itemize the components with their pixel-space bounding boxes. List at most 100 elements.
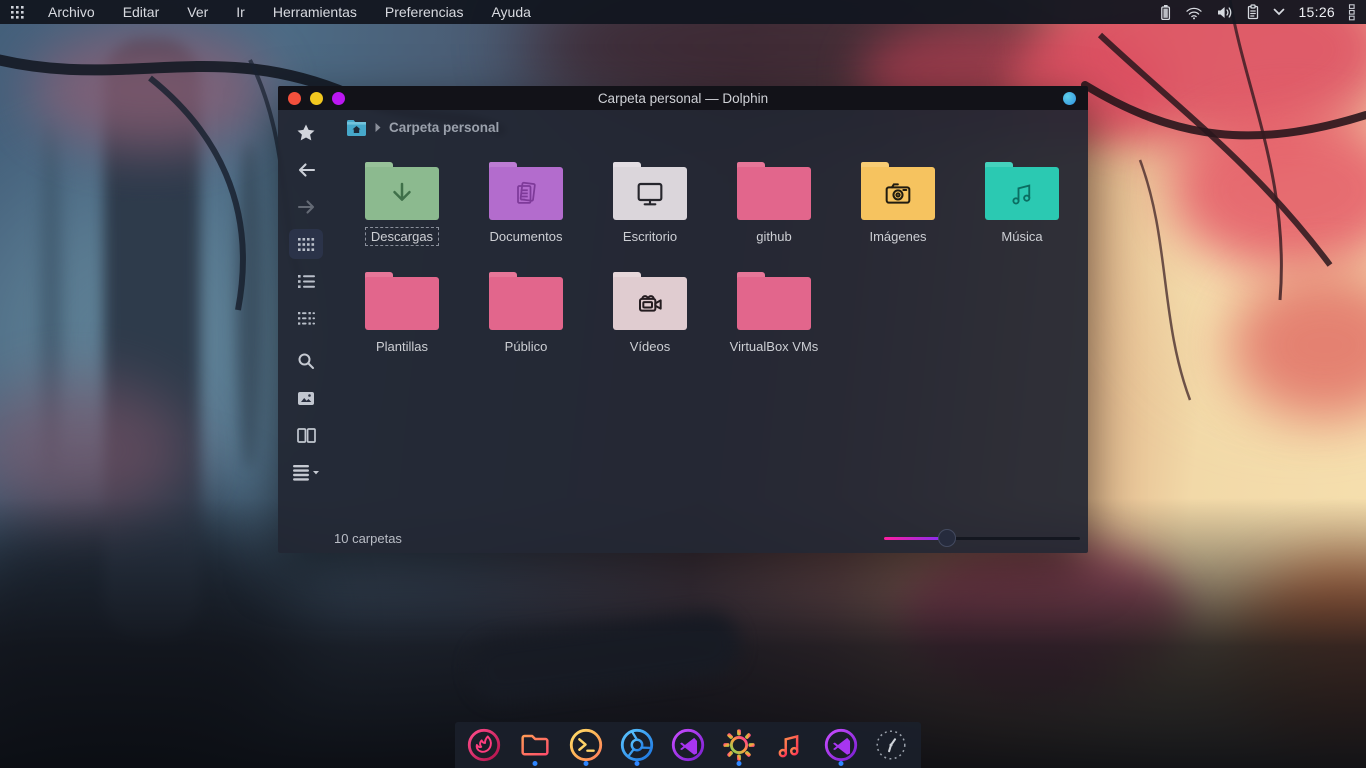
breadcrumb-path[interactable]: Carpeta personal — [389, 120, 499, 135]
menu-ver[interactable]: Ver — [173, 0, 222, 24]
folder-escritorio[interactable]: Escritorio — [588, 158, 712, 268]
sidebar-tool-list-view[interactable] — [289, 266, 323, 296]
dock-music[interactable] — [769, 724, 811, 766]
compact-view-icon — [297, 311, 316, 326]
folder-github[interactable]: github — [712, 158, 836, 268]
dock-files[interactable] — [514, 724, 556, 766]
folder-label: github — [750, 227, 797, 246]
folder-icon — [613, 272, 687, 330]
dock-settings[interactable] — [718, 724, 760, 766]
battery-icon[interactable] — [1159, 4, 1172, 21]
menu-editar[interactable]: Editar — [109, 0, 174, 24]
clipboard-icon[interactable] — [1246, 4, 1260, 20]
chevron-down-icon[interactable] — [1273, 8, 1285, 16]
arrow-left-icon — [297, 162, 316, 178]
folder-icon — [489, 272, 563, 330]
video-glyph-icon — [634, 288, 666, 320]
window-title: Carpeta personal — Dolphin — [598, 91, 768, 106]
folder-icon — [737, 272, 811, 330]
window-controls — [288, 92, 345, 105]
folder-mu-sica[interactable]: Música — [960, 158, 1084, 268]
dock — [455, 722, 921, 768]
toolbar-sidebar — [278, 110, 334, 523]
clock[interactable]: 15:26 — [1298, 4, 1335, 20]
folder-label: VirtualBox VMs — [724, 337, 825, 356]
items-count: 10 carpetas — [334, 531, 402, 546]
desktop: ArchivoEditarVerIrHerramientasPreferenci… — [0, 0, 1366, 768]
folder-grid: Descargas Documentos Escritorio github — [334, 144, 1088, 523]
menu-preferencias[interactable]: Preferencias — [371, 0, 478, 24]
running-indicator — [584, 761, 589, 766]
sidebar-tool-split[interactable] — [289, 420, 323, 450]
menu-herramientas[interactable]: Herramientas — [259, 0, 371, 24]
folder-label: Documentos — [484, 227, 569, 246]
folder-virtualbox-vms[interactable]: VirtualBox VMs — [712, 268, 836, 378]
vscode-icon — [669, 726, 707, 764]
folder-icon — [489, 162, 563, 220]
maximize-button[interactable] — [332, 92, 345, 105]
gear-icon — [720, 726, 758, 764]
zoom-slider-knob[interactable] — [938, 529, 956, 547]
download-glyph-icon — [387, 179, 417, 209]
running-indicator — [838, 761, 843, 766]
monitor-glyph-icon — [634, 178, 666, 210]
close-button[interactable] — [288, 92, 301, 105]
system-tray: 15:26 — [1159, 0, 1366, 24]
running-indicator — [533, 761, 538, 766]
wifi-icon[interactable] — [1185, 5, 1203, 20]
dock-terminal[interactable] — [565, 724, 607, 766]
folder-plantillas[interactable]: Plantillas — [340, 268, 464, 378]
music-note-icon — [771, 726, 809, 764]
terminal-icon — [567, 726, 605, 764]
folder-icon — [516, 726, 554, 764]
volume-icon[interactable] — [1216, 5, 1233, 20]
menu-ir[interactable]: Ir — [222, 0, 259, 24]
sidebar-tool-preview[interactable] — [289, 383, 323, 413]
sidebar-tool-compact-view[interactable] — [289, 303, 323, 333]
dock-vscode[interactable] — [667, 724, 709, 766]
sidebar-tool-back[interactable] — [289, 155, 323, 185]
menu-archivo[interactable]: Archivo — [34, 0, 109, 24]
help-button[interactable] — [1063, 92, 1076, 105]
folder-label: Público — [499, 337, 554, 356]
folder-icon — [861, 162, 935, 220]
sidebar-tool-menu[interactable] — [289, 457, 323, 487]
documents-glyph-icon — [511, 179, 541, 209]
running-indicator — [635, 761, 640, 766]
panel-boxes-icon[interactable] — [1348, 4, 1356, 21]
search-icon — [297, 352, 315, 370]
folder-label: Plantillas — [370, 337, 434, 356]
sidebar-tool-icons-view[interactable] — [289, 229, 323, 259]
split-view-icon — [297, 428, 316, 443]
dock-chrome[interactable] — [616, 724, 658, 766]
folder-descargas[interactable]: Descargas — [340, 158, 464, 268]
running-indicator — [736, 761, 741, 766]
folder-icon — [737, 162, 811, 220]
chevron-right-icon — [374, 122, 382, 133]
folder-vi-deos[interactable]: Vídeos — [588, 268, 712, 378]
breadcrumb: Carpeta personal — [334, 110, 1088, 144]
folder-ima-genes[interactable]: Imágenes — [836, 158, 960, 268]
global-menubar: ArchivoEditarVerIrHerramientasPreferenci… — [34, 0, 545, 24]
folder-label: Música — [995, 227, 1048, 246]
folder-documentos[interactable]: Documentos — [464, 158, 588, 268]
minimize-button[interactable] — [310, 92, 323, 105]
folder-icon — [985, 162, 1059, 220]
sidebar-tool-forward[interactable] — [289, 192, 323, 222]
dolphin-window: Carpeta personal — Dolphin Carpeta perso… — [278, 86, 1088, 553]
sidebar-tool-favorites[interactable] — [289, 118, 323, 148]
zoom-slider[interactable] — [884, 529, 1080, 547]
sidebar-tool-search[interactable] — [289, 346, 323, 376]
dock-firefox[interactable] — [463, 724, 505, 766]
dock-vscode-2[interactable] — [820, 724, 862, 766]
menu-ayuda[interactable]: Ayuda — [477, 0, 544, 24]
app-grid-icon[interactable] — [0, 0, 34, 24]
folder-label: Escritorio — [617, 227, 683, 246]
dock-clock-widget[interactable] — [870, 724, 912, 766]
camera-glyph-icon — [882, 178, 914, 210]
titlebar[interactable]: Carpeta personal — Dolphin — [278, 86, 1088, 110]
folder-pu-blico[interactable]: Público — [464, 268, 588, 378]
home-folder-icon[interactable] — [346, 119, 367, 136]
top-panel: ArchivoEditarVerIrHerramientasPreferenci… — [0, 0, 1366, 24]
grid-view-icon — [297, 237, 316, 252]
